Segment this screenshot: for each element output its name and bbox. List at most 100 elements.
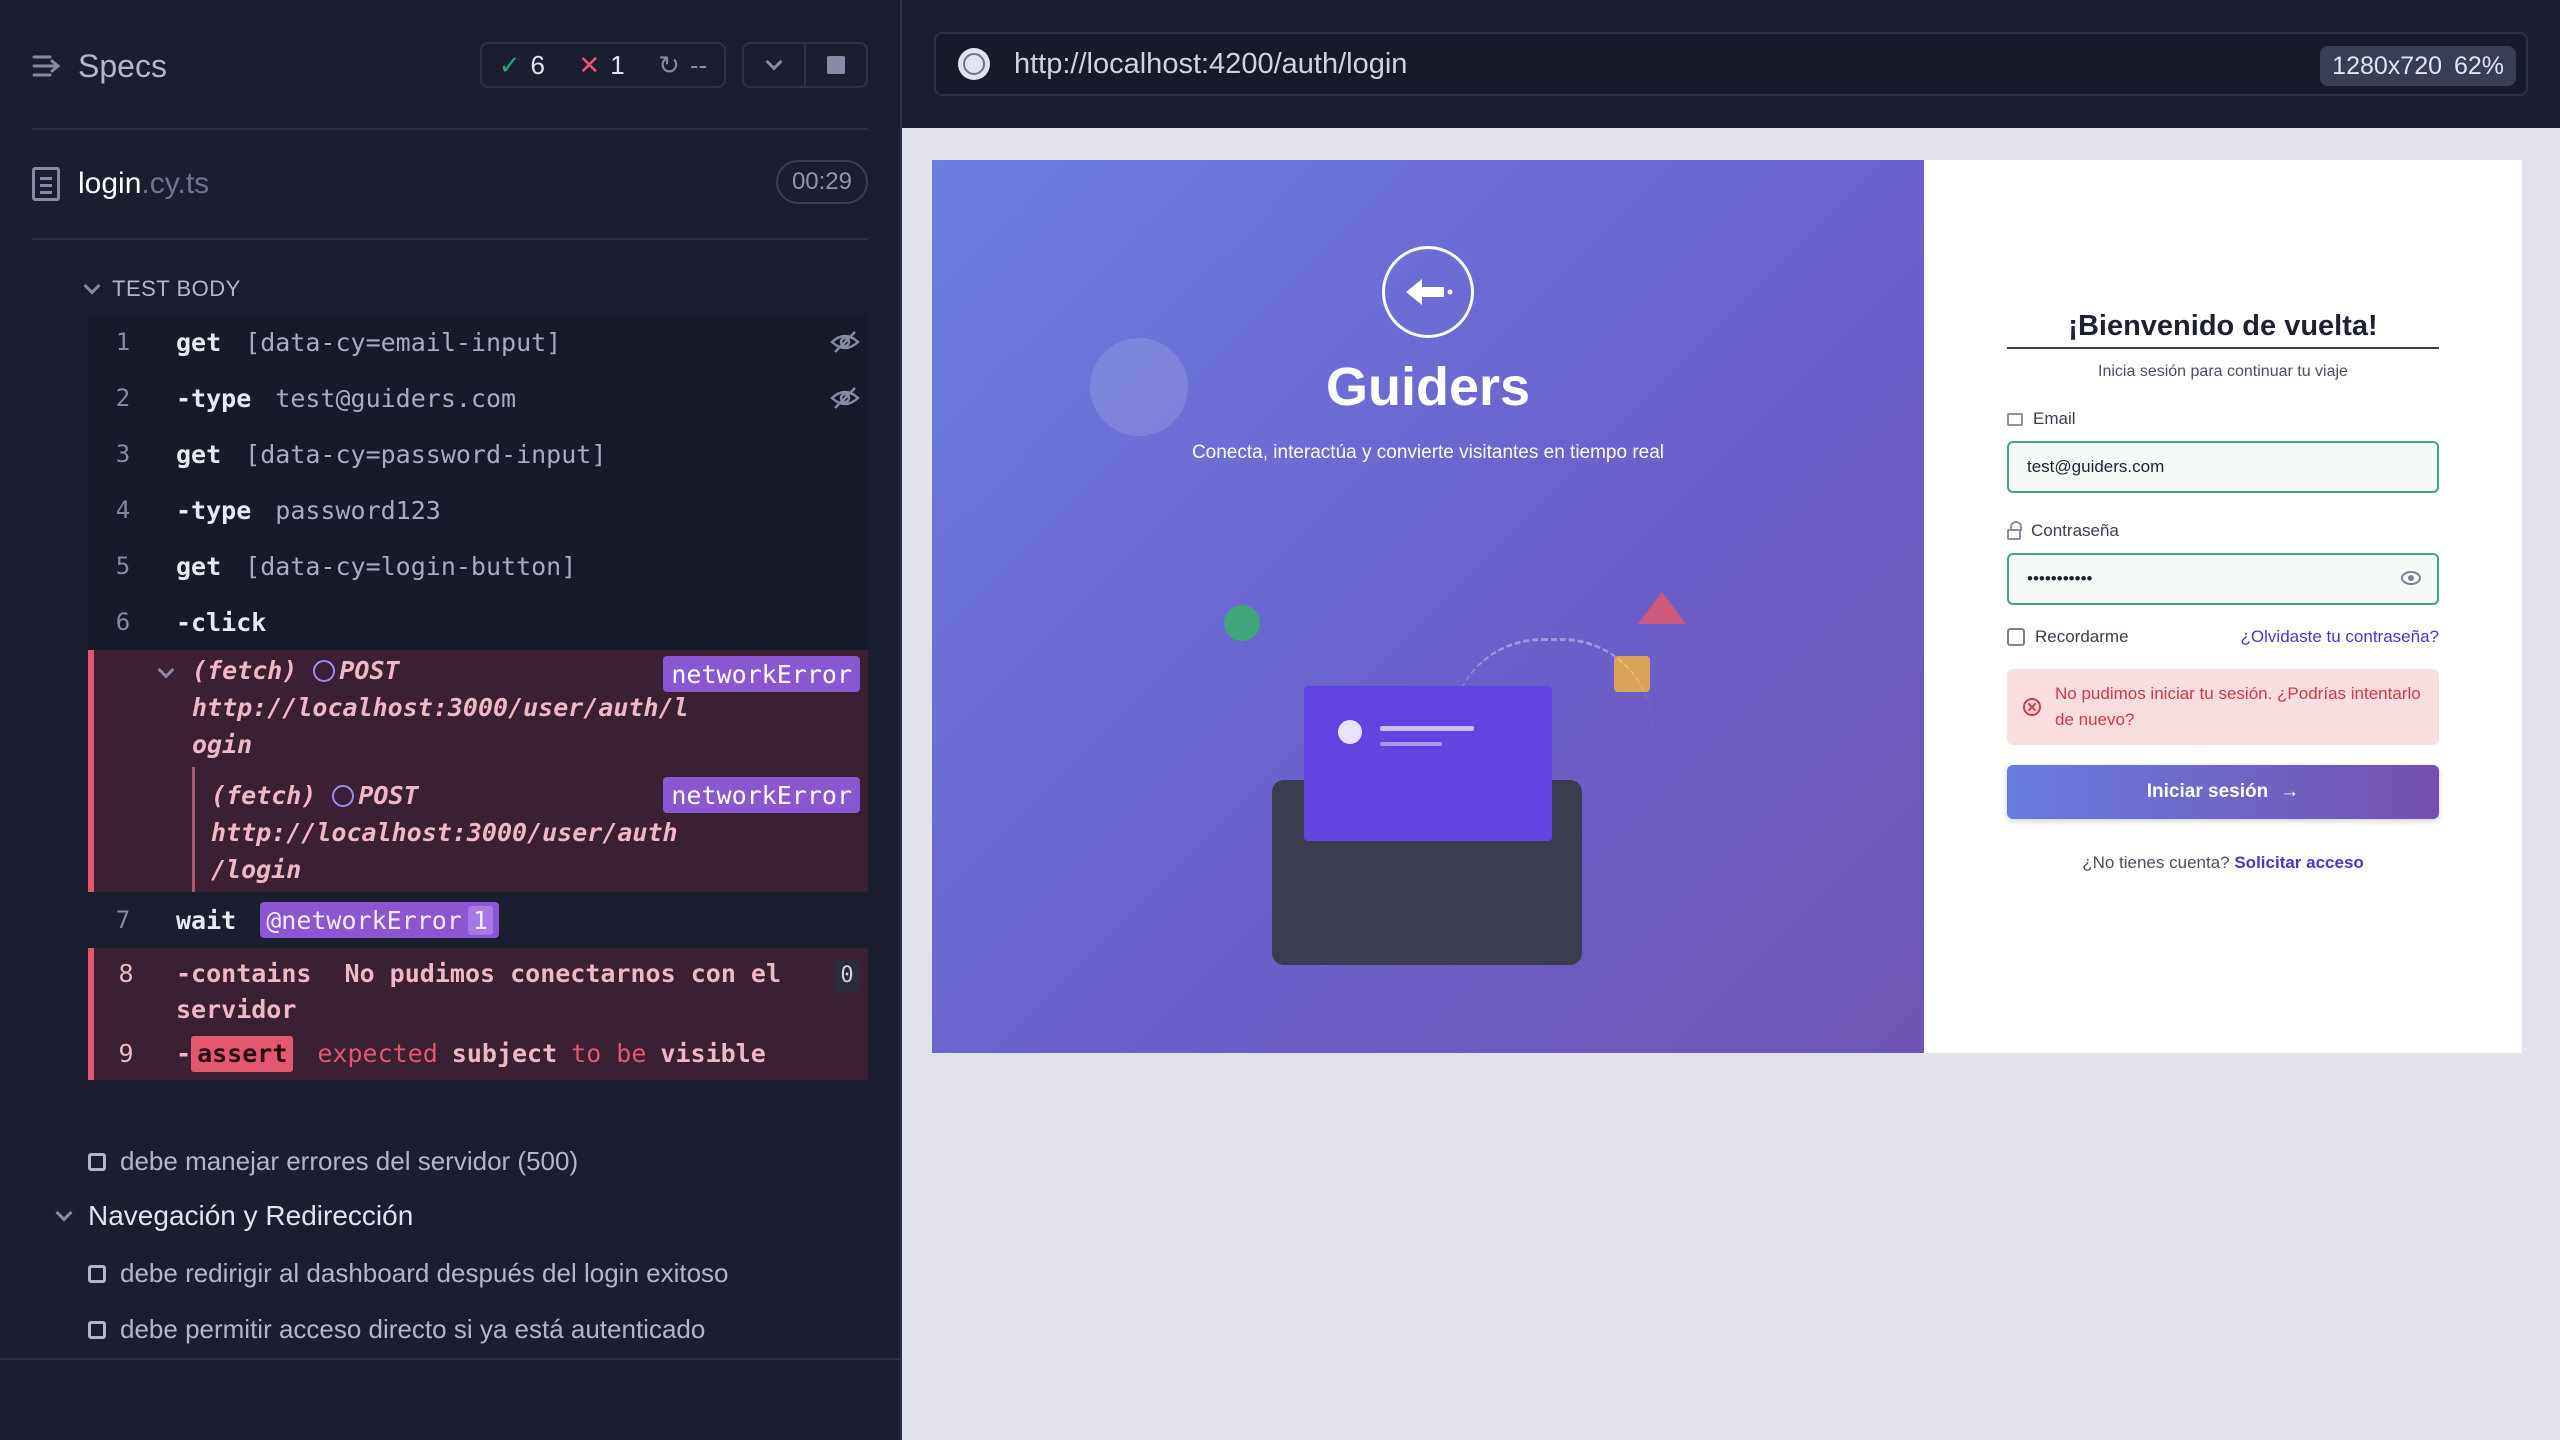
- fetch-error-block[interactable]: (fetch) POST http://localhost:3000/user/a…: [88, 650, 868, 892]
- fetch-method: POST: [358, 781, 419, 810]
- test-body-toggle[interactable]: TEST BODY: [83, 276, 241, 302]
- email-label-text: Email: [2033, 409, 2076, 428]
- hero-subtitle: Conecta, interactúa y convierte visitant…: [1191, 442, 1665, 463]
- eye-off-icon: [830, 331, 860, 353]
- globe-icon: [958, 48, 990, 80]
- command-number: 5: [115, 552, 131, 580]
- fetch-url: http://localhost:3000/user/auth: [211, 818, 678, 847]
- email-input[interactable]: test@guiders.com: [2007, 441, 2439, 493]
- fetch-method: POST: [339, 656, 400, 685]
- command-row-contains[interactable]: 8 -contains No pudimos conectarnos con e…: [94, 948, 868, 1036]
- test-stats: ✓ 6 ✕ 1 ↻ --: [480, 42, 726, 88]
- form-title: ¡Bienvenido de vuelta!: [2007, 310, 2439, 349]
- decorative-triangle: [1638, 592, 1686, 624]
- command-arg: [data-cy=password-input]: [245, 439, 607, 469]
- request-access-link[interactable]: Solicitar acceso: [2234, 853, 2363, 872]
- command-name: -type: [176, 383, 252, 413]
- test-item[interactable]: debe manejar errores del servidor (500): [88, 1146, 578, 1177]
- chevron-down-icon: [157, 661, 175, 679]
- command-name: -click: [176, 607, 267, 637]
- spec-file-name: login: [78, 167, 142, 200]
- forgot-password-link[interactable]: ¿Olvidaste tu contraseña?: [2241, 627, 2439, 647]
- command-name: -contains: [176, 959, 312, 988]
- assert-word: visible: [660, 1039, 766, 1068]
- fetch-kind: (fetch): [211, 781, 317, 810]
- command-row-wait[interactable]: 7 wait @networkError 1: [88, 892, 868, 948]
- command-name: get: [176, 551, 222, 581]
- spec-file-row[interactable]: login .cy.ts 00:29: [32, 156, 868, 212]
- test-item[interactable]: debe permitir acceso directo si ya está …: [88, 1314, 705, 1345]
- url-text: http://localhost:4200/auth/login: [1014, 47, 1408, 80]
- assert-badge: assert: [191, 1036, 294, 1072]
- form-subtitle: Inicia sesión para continuar tu viaje: [2098, 363, 2348, 380]
- command-row[interactable]: 6 -click: [88, 594, 868, 650]
- chevron-down-icon: [55, 1204, 73, 1222]
- pending-square-icon: [88, 1320, 106, 1339]
- collapse-button[interactable]: [742, 42, 806, 88]
- fetch-url: http://localhost:3000/user/auth/l: [192, 693, 689, 722]
- alias-count: 1: [467, 905, 493, 935]
- eye-off-icon: [830, 387, 860, 409]
- command-arg: test@guiders.com: [275, 383, 517, 413]
- specs-list-icon[interactable]: [32, 51, 62, 81]
- divider: [32, 128, 868, 130]
- url-bar[interactable]: http://localhost:4200/auth/login 1280x72…: [934, 32, 2528, 96]
- login-button[interactable]: Iniciar sesión →: [2007, 765, 2439, 819]
- eye-icon[interactable]: [2401, 571, 2421, 585]
- password-input[interactable]: •••••••••••: [2007, 553, 2439, 605]
- error-alert: No pudimos iniciar tu sesión. ¿Podrías i…: [2007, 669, 2439, 745]
- fetch-kind: (fetch): [192, 656, 298, 685]
- command-log: 1 get [data-cy=email-input] 2 -type test…: [88, 314, 868, 1080]
- stop-button[interactable]: [804, 42, 868, 88]
- remember-checkbox[interactable]: Recordarme: [2007, 627, 2129, 647]
- alias-badge: @networkError 1: [260, 902, 499, 938]
- assert-word: to be: [571, 1039, 647, 1068]
- command-row[interactable]: 1 get [data-cy=email-input]: [88, 314, 868, 370]
- assert-word: expected: [317, 1039, 438, 1068]
- command-name: -type: [176, 495, 252, 525]
- test-title: debe redirigir al dashboard después del …: [120, 1258, 729, 1288]
- illustration-card: [1304, 686, 1552, 841]
- command-row[interactable]: 2 -type test@guiders.com: [88, 370, 868, 426]
- pending-stat: ↻ --: [658, 50, 707, 81]
- test-item[interactable]: debe redirigir al dashboard después del …: [88, 1258, 729, 1289]
- stop-icon: [827, 56, 845, 74]
- zoom-badge[interactable]: 62%: [2441, 46, 2516, 86]
- suite-row[interactable]: Navegación y Redirección: [55, 1200, 413, 1232]
- lock-icon: [2007, 520, 2022, 540]
- hero-panel: Guiders Conecta, interactúa y convierte …: [932, 160, 1924, 1053]
- network-error-badge: networkError: [663, 777, 860, 813]
- command-arg: [data-cy=email-input]: [245, 327, 562, 357]
- document-icon: [32, 167, 60, 201]
- viewport-size-badge[interactable]: 1280x720: [2320, 46, 2454, 86]
- divider: [32, 238, 868, 240]
- alias-name: @networkError: [266, 905, 462, 935]
- browser-preview: http://localhost:4200/auth/login 1280x72…: [902, 0, 2560, 1440]
- command-arg-cont: servidor: [176, 995, 297, 1024]
- fetch-sub-request[interactable]: (fetch) POST http://localhost:3000/user/a…: [192, 767, 868, 892]
- check-icon: ✓: [498, 49, 521, 80]
- command-name: get: [176, 439, 222, 469]
- spec-file-ext: .cy.ts: [141, 167, 210, 200]
- command-row[interactable]: 4 -type password123: [88, 482, 868, 538]
- test-body-label: TEST BODY: [112, 276, 241, 301]
- command-number: 3: [115, 440, 131, 468]
- form-options: Recordarme ¿Olvidaste tu contraseña?: [2007, 627, 2439, 647]
- command-number: 2: [115, 384, 131, 412]
- login-button-label: Iniciar sesión: [2146, 781, 2269, 802]
- command-row[interactable]: 3 get [data-cy=password-input]: [88, 426, 868, 482]
- x-icon: ✕: [578, 49, 601, 80]
- pending-circle-icon: [313, 660, 336, 682]
- password-value: •••••••••••: [2027, 569, 2093, 588]
- guiders-logo-icon: [1382, 246, 1474, 338]
- fetch-url-cont: ogin: [192, 730, 253, 759]
- command-row[interactable]: 5 get [data-cy=login-button]: [88, 538, 868, 594]
- failed-count: 1: [610, 49, 625, 80]
- command-row-assert[interactable]: 9 - assert expected subject to be visible: [94, 1036, 868, 1080]
- login-form: ¡Bienvenido de vuelta! Inicia sesión par…: [2007, 310, 2439, 873]
- command-arg: password123: [275, 495, 441, 525]
- network-error-badge: networkError: [663, 656, 860, 692]
- specs-title[interactable]: Specs: [78, 48, 167, 85]
- signup-prompt: ¿No tienes cuenta?: [2082, 853, 2230, 872]
- command-number: 7: [115, 906, 131, 934]
